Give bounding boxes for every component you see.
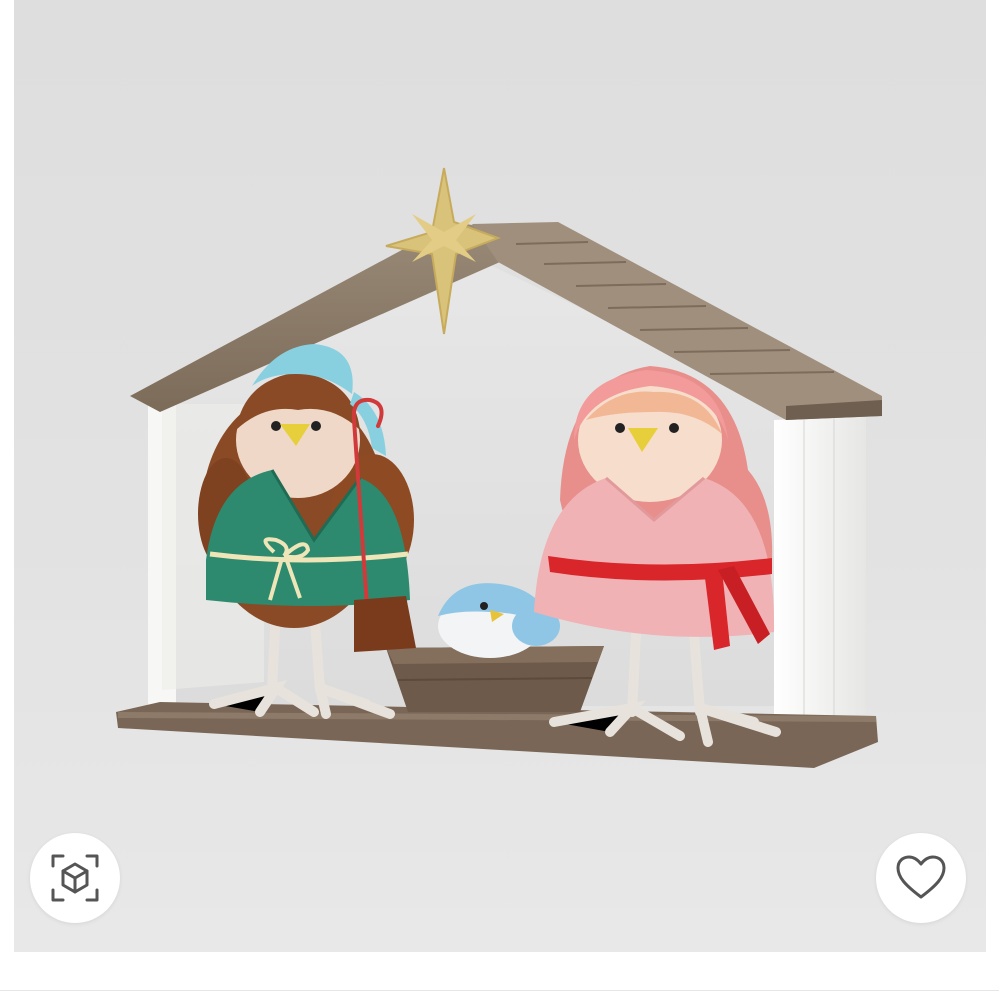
view-in-3d-button[interactable] bbox=[30, 833, 120, 923]
bottom-divider bbox=[0, 990, 999, 991]
heart-outline-icon bbox=[896, 855, 946, 899]
nativity-scene-illustration bbox=[116, 167, 882, 768]
stable-right-wall bbox=[774, 416, 866, 734]
favorite-button[interactable] bbox=[876, 833, 966, 923]
cube-scan-icon bbox=[51, 854, 99, 902]
product-photo bbox=[14, 0, 986, 952]
